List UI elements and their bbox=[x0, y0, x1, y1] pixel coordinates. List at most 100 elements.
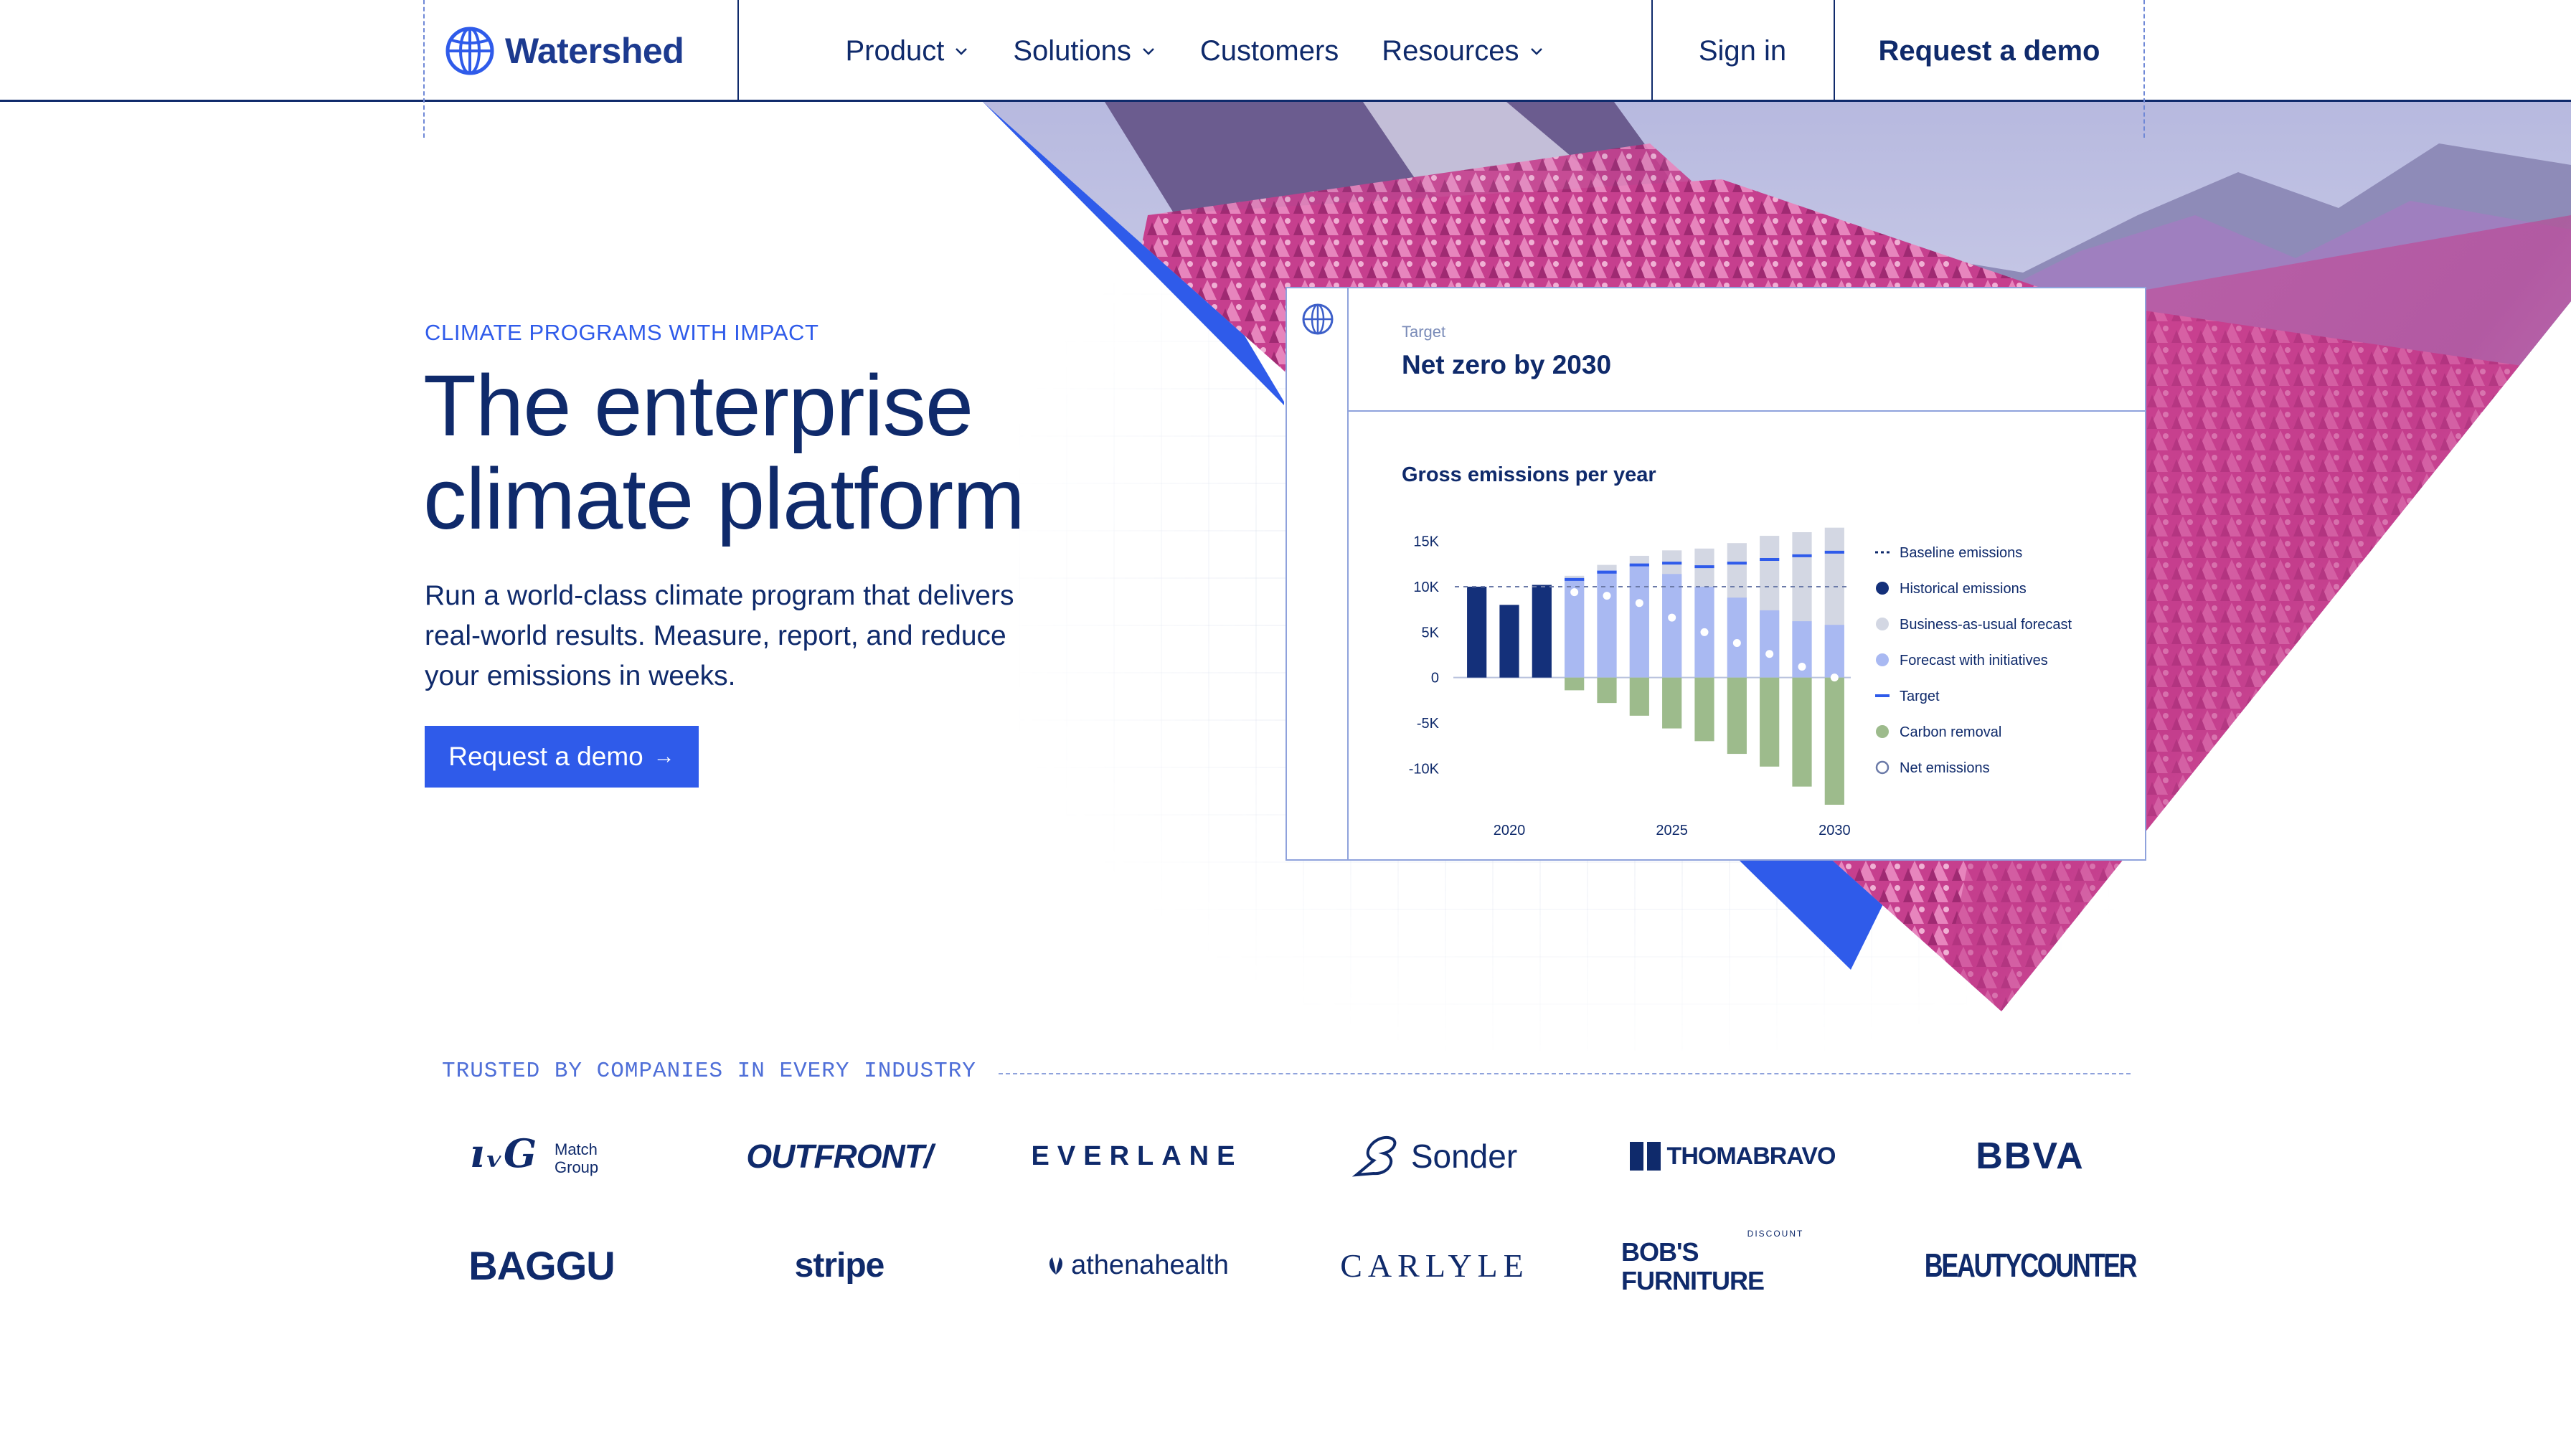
guide-line-right bbox=[2143, 0, 2145, 138]
trusted-heading: TRUSTED BY COMPANIES IN EVERY INDUSTRY bbox=[442, 1059, 976, 1084]
logo-stripe: stripe bbox=[794, 1246, 885, 1285]
request-demo-label: Request a demo bbox=[448, 742, 643, 771]
net-emissions-point bbox=[1570, 588, 1579, 597]
sonder-text: Sonder bbox=[1410, 1138, 1518, 1175]
logo-bobs-furniture: DISCOUNT BOB'S FURNITURE bbox=[1621, 1229, 1844, 1295]
athena-leaf-icon bbox=[1049, 1257, 1063, 1275]
logo-baggu: BAGGU bbox=[468, 1242, 615, 1288]
bobs-small-text: DISCOUNT bbox=[1747, 1229, 1804, 1239]
target-value: Net zero by 2030 bbox=[1402, 350, 1612, 379]
nav-customers-label: Customers bbox=[1199, 34, 1339, 67]
legend-carbon-removal-label: Carbon removal bbox=[1900, 724, 2001, 740]
logo-beautycounter: BEAUTYCOUNTER bbox=[1924, 1247, 2138, 1284]
logo-athenahealth: athenahealth bbox=[1026, 1237, 1248, 1294]
net-emissions-point bbox=[1798, 662, 1806, 671]
net-emissions-point bbox=[1700, 628, 1709, 636]
logo-thomabravo: THOMABRAVO bbox=[1628, 1128, 1836, 1185]
net-emissions-point bbox=[1668, 613, 1676, 622]
request-demo-button[interactable]: Request a demo → bbox=[425, 726, 699, 788]
target-panel: Target Net zero by 2030 bbox=[1349, 288, 2145, 412]
bar-carbon-removal bbox=[1694, 677, 1714, 742]
legend-target-label: Target bbox=[1900, 689, 1940, 704]
net-emissions-point bbox=[1603, 592, 1611, 600]
bar-carbon-removal bbox=[1662, 677, 1682, 729]
svg-text:Match: Match bbox=[555, 1140, 598, 1158]
bobs-text: BOB'S FURNITURE bbox=[1621, 1237, 1765, 1295]
match-group-logo: ıᵥG Match Group bbox=[470, 1131, 598, 1176]
guide-line-left bbox=[423, 0, 425, 138]
y-tick-label: -5K bbox=[1417, 716, 1440, 732]
legend-business-as-usual-forecast-label: Business-as-usual forecast bbox=[1900, 617, 2072, 633]
bar-historical bbox=[1499, 605, 1519, 678]
card-rail bbox=[1287, 288, 1349, 859]
bar-forecast-initiatives bbox=[1824, 625, 1844, 678]
svg-text:ıᵥG: ıᵥG bbox=[470, 1131, 537, 1176]
chart-title: Gross emissions per year bbox=[1402, 463, 1656, 486]
legend-forecast-with-initiatives-swatch bbox=[1876, 653, 1889, 666]
bar-forecast-initiatives bbox=[1727, 597, 1747, 678]
nav-solutions-label: Solutions bbox=[1013, 34, 1131, 67]
net-emissions-point bbox=[1765, 650, 1774, 658]
nav-customers[interactable]: Customers bbox=[1179, 35, 1360, 67]
bar-carbon-removal bbox=[1565, 677, 1585, 691]
bar-carbon-removal bbox=[1824, 677, 1844, 805]
legend-historical-emissions-label: Historical emissions bbox=[1900, 581, 2027, 597]
logo-bbva: BBVA bbox=[1976, 1135, 2085, 1177]
bar-forecast-initiatives bbox=[1662, 574, 1682, 678]
trusted-divider bbox=[999, 1073, 2131, 1074]
sign-in-link[interactable]: Sign in bbox=[1651, 0, 1834, 102]
bar-carbon-removal bbox=[1760, 677, 1780, 767]
legend-baseline-emissions-label: Baseline emissions bbox=[1900, 545, 2022, 561]
bar-carbon-removal bbox=[1727, 677, 1747, 755]
y-tick-label: -10K bbox=[1409, 761, 1440, 777]
globe-icon bbox=[1302, 303, 1334, 335]
nav-product-label: Product bbox=[845, 34, 945, 67]
hero-headline: The enterprise climate platform bbox=[423, 359, 1141, 545]
emissions-chart: 15K 10K 5K 0 -5K -10K 2020 2025 2030 Baseline emi… bbox=[1409, 527, 2072, 838]
hero-headline-line2: climate platform bbox=[423, 450, 1025, 547]
hero-subtext: Run a world-class climate program that d… bbox=[425, 580, 1014, 691]
chevron-down-icon bbox=[956, 48, 968, 55]
legend-forecast-with-initiatives-label: Forecast with initiatives bbox=[1900, 653, 2048, 668]
logo-carlyle: CARLYLE bbox=[1340, 1247, 1529, 1284]
athenahealth-text: athenahealth bbox=[1071, 1249, 1229, 1280]
bar-carbon-removal bbox=[1597, 677, 1617, 704]
bar-historical bbox=[1532, 585, 1552, 678]
bar-carbon-removal bbox=[1792, 677, 1812, 787]
x-tick-label: 2020 bbox=[1494, 823, 1526, 838]
logo-everlane: EVERLANE bbox=[1031, 1140, 1243, 1171]
nav-resources-label: Resources bbox=[1382, 34, 1519, 67]
logo-sonder: Sonder bbox=[1349, 1128, 1521, 1185]
request-demo-nav-button[interactable]: Request a demo bbox=[1834, 0, 2145, 102]
y-tick-label: 10K bbox=[1413, 580, 1439, 595]
hero-eyebrow: CLIMATE PROGRAMS WITH IMPACT bbox=[425, 320, 819, 345]
x-tick-label: 2025 bbox=[1656, 823, 1688, 838]
logo-match-group: ıᵥG Match Group bbox=[466, 1128, 617, 1185]
brand-logo[interactable]: Watershed bbox=[445, 0, 739, 102]
top-nav: Watershed Product Solutions Customers Re… bbox=[0, 0, 2571, 138]
nav-links: Product Solutions Customers Resources bbox=[739, 0, 1651, 102]
logo-outfront: OUTFRONT/ bbox=[746, 1138, 933, 1175]
target-label: Target bbox=[1402, 323, 1446, 341]
legend-historical-emissions-swatch bbox=[1876, 582, 1889, 595]
y-tick-label: 0 bbox=[1431, 671, 1439, 686]
svg-text:Group: Group bbox=[555, 1158, 598, 1176]
y-tick-label: 15K bbox=[1413, 534, 1439, 550]
nav-solutions[interactable]: Solutions bbox=[991, 35, 1179, 67]
bar-historical bbox=[1467, 587, 1487, 678]
y-tick-label: 5K bbox=[1422, 625, 1440, 640]
thomabravo-mark-icon bbox=[1629, 1142, 1661, 1171]
brand-name: Watershed bbox=[505, 31, 684, 71]
x-tick-label: 2030 bbox=[1818, 823, 1851, 838]
bar-forecast-initiatives bbox=[1629, 564, 1649, 678]
bar-forecast-initiatives bbox=[1760, 610, 1780, 678]
legend-business-as-usual-forecast-swatch bbox=[1876, 618, 1889, 630]
net-emissions-point bbox=[1635, 599, 1643, 608]
legend-carbon-removal-swatch bbox=[1876, 725, 1889, 738]
thomabravo-text: THOMABRAVO bbox=[1666, 1142, 1836, 1170]
arrow-right-icon: → bbox=[653, 744, 675, 768]
nav-product[interactable]: Product bbox=[824, 35, 991, 67]
net-emissions-point bbox=[1830, 673, 1839, 682]
nav-resources[interactable]: Resources bbox=[1360, 35, 1566, 67]
sonder-mark-icon bbox=[1351, 1135, 1397, 1177]
